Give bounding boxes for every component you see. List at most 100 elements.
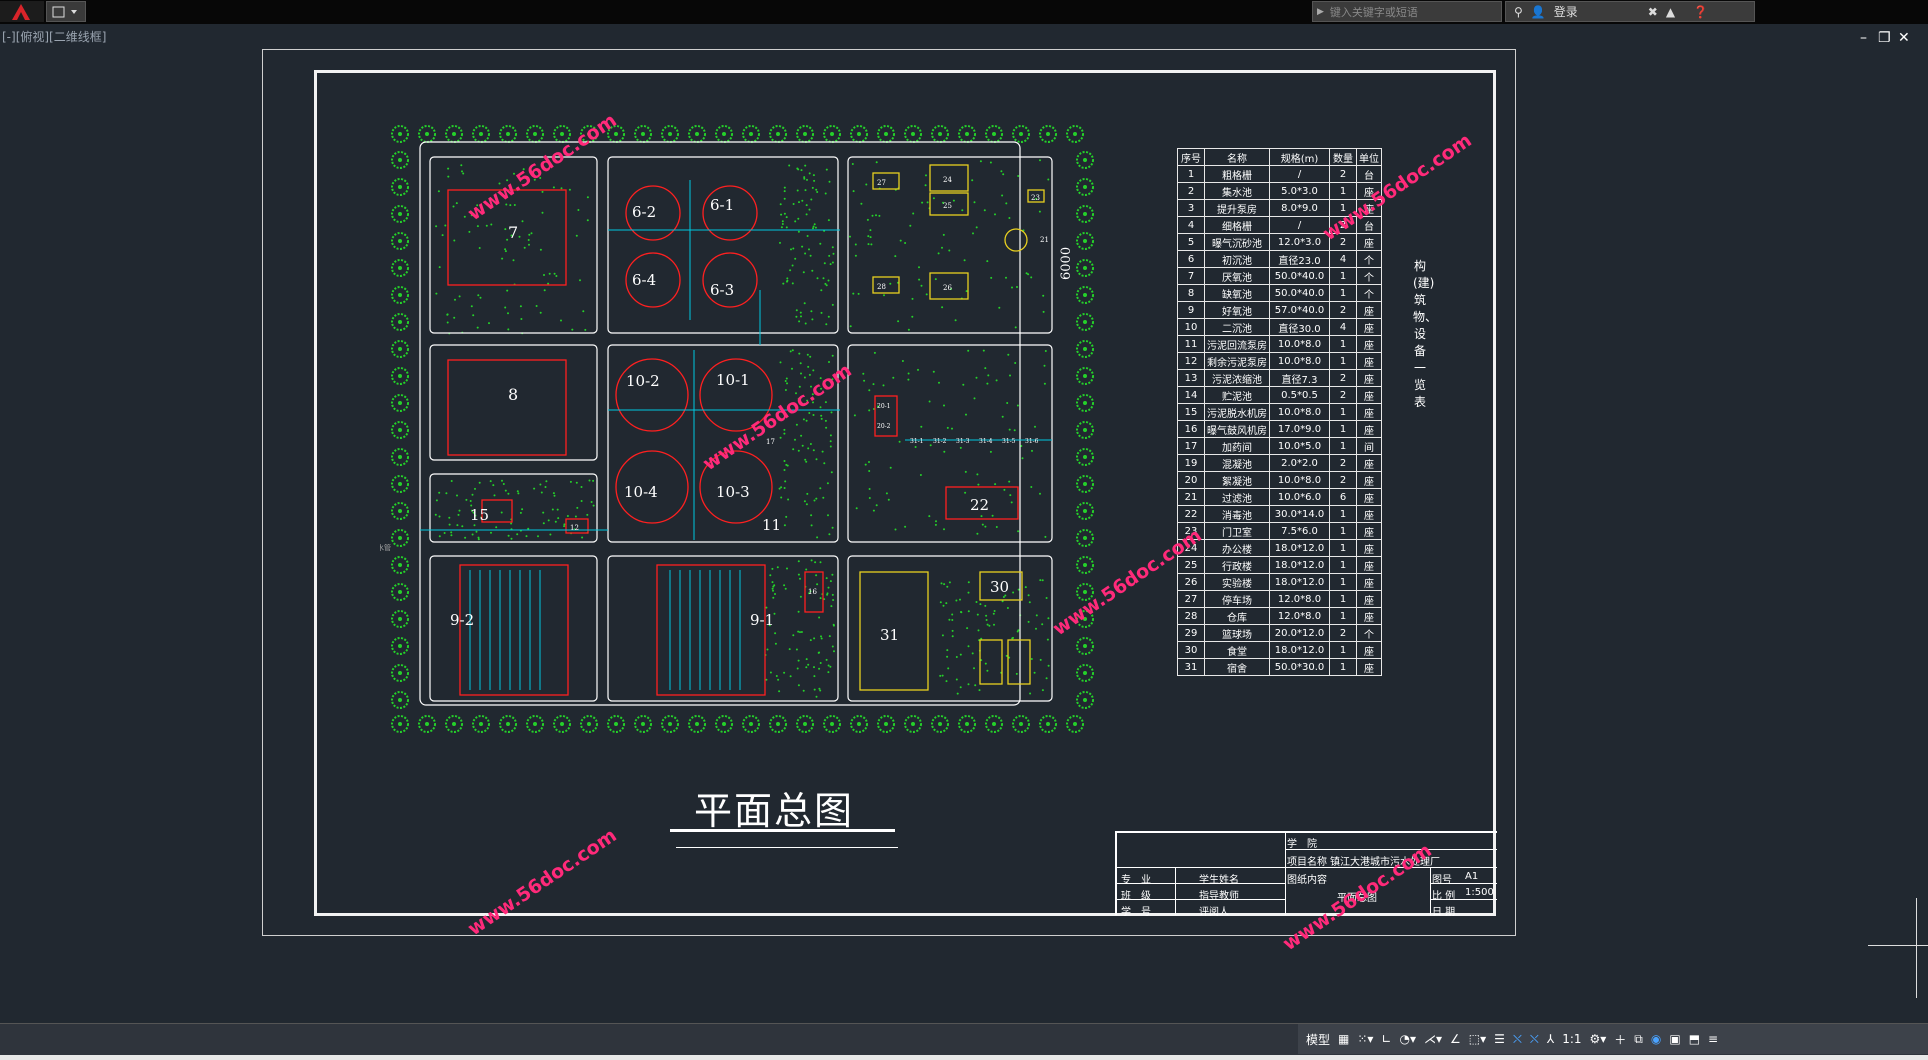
- tree-icon: [904, 125, 922, 143]
- annotation-visibility-icon[interactable]: ⛌: [1513, 1032, 1522, 1047]
- customize-menu-icon[interactable]: ≡: [1708, 1032, 1718, 1046]
- hardware-icon[interactable]: ▣: [1669, 1032, 1680, 1046]
- login-button[interactable]: 登录: [1554, 3, 1578, 20]
- lawn-dot: [773, 584, 776, 587]
- plus-icon[interactable]: ＋: [1614, 1031, 1626, 1048]
- lawn-dot: [832, 252, 835, 255]
- tree-icon: [931, 715, 949, 733]
- lawn-dot: [822, 496, 825, 499]
- table-cell: 门卫室: [1204, 522, 1270, 540]
- lawn-dot: [831, 261, 834, 264]
- lawn-dot: [551, 508, 554, 511]
- lawn-dot: [849, 325, 852, 328]
- crosshair-cursor: [1868, 945, 1928, 946]
- class-label: 班 级: [1121, 891, 1151, 902]
- label-16: 16: [808, 588, 817, 596]
- scale-dropdown[interactable]: 1:1: [1562, 1032, 1581, 1046]
- binoculars-icon[interactable]: ⚲: [1514, 5, 1523, 19]
- osnap-icon[interactable]: ⋌▾: [1424, 1032, 1442, 1046]
- table-cell: 污泥脱水机房: [1204, 403, 1270, 421]
- help-icon[interactable]: ❓: [1693, 5, 1708, 19]
- lawn-dot: [974, 684, 977, 687]
- polar-icon[interactable]: ◔▾: [1400, 1032, 1417, 1046]
- search-expand-icon[interactable]: ▶: [1317, 7, 1324, 17]
- lawn-dot: [816, 277, 819, 280]
- quick-access-toolbar[interactable]: [46, 1, 86, 22]
- label-8: 8: [508, 385, 518, 404]
- tree-icon: [661, 715, 679, 733]
- lawn-dot: [830, 471, 833, 474]
- lawn-dot: [981, 523, 984, 526]
- lineweight-icon[interactable]: ☰: [1494, 1032, 1505, 1046]
- lawn-dot: [797, 684, 800, 687]
- lawn-dot: [443, 532, 446, 534]
- lawn-dot: [797, 230, 800, 233]
- lawn-dot: [1009, 494, 1012, 497]
- lawn-dot: [943, 528, 945, 531]
- workspace-icon[interactable]: ⧉: [1634, 1032, 1643, 1047]
- lawn-dot: [458, 509, 461, 512]
- lawn-dot: [960, 611, 962, 613]
- model-space-button[interactable]: 模型: [1306, 1031, 1330, 1048]
- isolate-icon[interactable]: ◉: [1651, 1032, 1661, 1046]
- table-cell: 直径23.0: [1269, 250, 1330, 268]
- table-cell: 座: [1356, 505, 1382, 523]
- lawn-dot: [447, 175, 450, 178]
- search-input[interactable]: 键入关键字或短语: [1330, 4, 1418, 20]
- settings-gear-icon[interactable]: ⚙▾: [1590, 1032, 1607, 1046]
- lawn-dot: [806, 235, 809, 237]
- table-cell: 2: [1177, 182, 1205, 200]
- lawn-dot: [771, 567, 774, 570]
- table-cell: 18.0*12.0: [1269, 641, 1330, 659]
- label-9-1: 9-1: [750, 611, 774, 629]
- tree-icon: [499, 715, 517, 733]
- app-menu-button[interactable]: [0, 1, 44, 22]
- lawn-dot: [889, 282, 892, 285]
- label-20-2: 20-2: [877, 423, 891, 430]
- lawn-dot: [1029, 692, 1032, 695]
- lawn-dot: [805, 204, 808, 207]
- tree-icon: [499, 125, 517, 143]
- clean-screen-icon[interactable]: ⬒: [1689, 1032, 1700, 1046]
- snap-icon[interactable]: ⁙▾: [1357, 1032, 1373, 1046]
- lawn-dot: [994, 213, 996, 216]
- angle-icon[interactable]: ∠: [1450, 1032, 1461, 1046]
- lawn-dot: [786, 464, 789, 467]
- exchange-icon[interactable]: ✖: [1648, 5, 1658, 19]
- lawn-dot: [560, 187, 563, 190]
- annotation-scale-icon[interactable]: ⅄: [1547, 1032, 1554, 1046]
- lawn-dot: [504, 250, 507, 253]
- lawn-dot: [984, 662, 987, 665]
- lawn-dot: [543, 274, 545, 276]
- lawn-dot: [1041, 689, 1044, 692]
- a360-icon[interactable]: ▲: [1666, 5, 1675, 19]
- lawn-dot: [813, 675, 816, 678]
- lawn-dot: [1002, 596, 1005, 598]
- tree-icon: [1076, 259, 1094, 277]
- restore-icon[interactable]: ❐: [1878, 30, 1891, 46]
- lawn-dot: [830, 411, 833, 414]
- ortho-icon[interactable]: ∟: [1381, 1032, 1391, 1046]
- lawn-dot: [965, 290, 968, 293]
- lawn-dot: [827, 664, 830, 667]
- auto-scale-icon[interactable]: ⛌: [1530, 1032, 1539, 1047]
- table-cell: 座: [1356, 556, 1382, 574]
- lawn-dot: [811, 269, 814, 272]
- lawn-dot: [794, 257, 797, 260]
- lawn-dot: [973, 397, 976, 400]
- table-cell: 1: [1329, 590, 1357, 608]
- lawn-dot: [783, 460, 786, 462]
- table-cell: 二沉池: [1204, 318, 1270, 336]
- lawn-dot: [774, 632, 777, 635]
- ucs-icon[interactable]: ⬚▾: [1469, 1032, 1486, 1046]
- grid-icon[interactable]: ▦: [1338, 1032, 1349, 1046]
- close-icon[interactable]: ✕: [1898, 30, 1910, 46]
- table-cell: 食堂: [1204, 641, 1270, 659]
- viewport-controls[interactable]: [-][俯视][二维线框]: [2, 28, 106, 45]
- minimize-icon[interactable]: –: [1860, 30, 1867, 46]
- lawn-dot: [783, 212, 786, 215]
- tree-icon: [1066, 715, 1084, 733]
- table-cell: 50.0*40.0: [1269, 284, 1330, 302]
- lawn-dot: [477, 538, 480, 541]
- search-box[interactable]: ▶ 键入关键字或短语: [1312, 1, 1502, 22]
